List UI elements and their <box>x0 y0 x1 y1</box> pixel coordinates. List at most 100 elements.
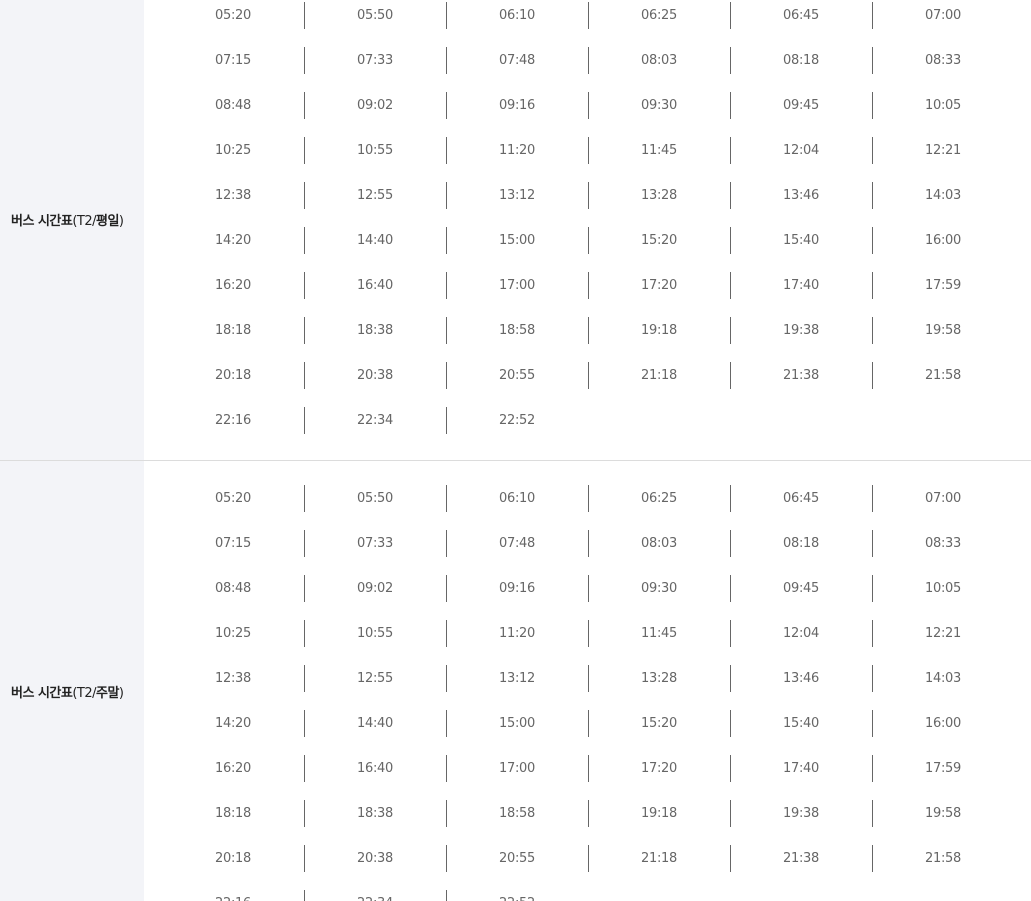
departure-time: 07:15 <box>215 536 251 551</box>
timetable-row: 08:48 09:02 09:16 09:30 09:45 10:05 <box>144 83 1031 128</box>
timetable-section-weekday: 버스 시간표(T2/평일) 05:20 05:50 06:10 06:25 06:45 0… <box>0 0 1031 460</box>
timetable-row: 16:20 16:40 17:00 17:20 17:40 17:59 <box>144 746 1031 791</box>
section-label-cell: 버스 시간표(T2/주말) <box>0 461 144 901</box>
departure-time: 12:38 <box>215 188 251 203</box>
departure-time: 17:20 <box>588 272 730 299</box>
departure-time: 05:50 <box>304 2 446 29</box>
departure-time: 22:16 <box>215 413 251 428</box>
departure-time: 21:18 <box>588 362 730 389</box>
departure-time: 07:33 <box>304 530 446 557</box>
departure-time: 17:40 <box>730 272 872 299</box>
departure-time: 07:15 <box>215 53 251 68</box>
departure-time: 22:52 <box>446 407 588 434</box>
departure-time: 22:52 <box>446 890 588 901</box>
departure-time: 09:02 <box>304 92 446 119</box>
departure-time: 19:18 <box>588 317 730 344</box>
departure-time: 08:03 <box>588 530 730 557</box>
departure-time: 10:05 <box>872 575 1014 602</box>
departure-time: 17:00 <box>446 272 588 299</box>
departure-time: 14:20 <box>215 716 251 731</box>
departure-time: 15:00 <box>446 710 588 737</box>
departure-time: 08:48 <box>215 581 251 596</box>
departure-time: 09:30 <box>588 575 730 602</box>
time-grid: 05:20 05:50 06:10 06:25 06:45 07:00 07:15 07:33… <box>144 0 1031 460</box>
departure-time: 10:25 <box>215 143 251 158</box>
departure-time: 18:38 <box>304 800 446 827</box>
departure-time: 07:00 <box>872 2 1014 29</box>
departure-time: 19:38 <box>730 317 872 344</box>
departure-time: 06:45 <box>730 2 872 29</box>
departure-time: 13:28 <box>588 182 730 209</box>
timetable-row: 05:20 05:50 06:10 06:25 06:45 07:00 <box>144 0 1031 38</box>
departure-time: 12:04 <box>730 620 872 647</box>
departure-time: 13:46 <box>730 665 872 692</box>
section-label: 버스 시간표(T2/평일) <box>11 213 124 229</box>
departure-time: 15:00 <box>446 227 588 254</box>
departure-time: 08:33 <box>872 47 1014 74</box>
departure-time: 20:38 <box>304 845 446 872</box>
timetable-row: 18:18 18:38 18:58 19:18 19:38 19:58 <box>144 791 1031 836</box>
departure-time: 09:30 <box>588 92 730 119</box>
departure-time: 13:12 <box>446 182 588 209</box>
departure-time: 12:38 <box>215 671 251 686</box>
departure-time: 18:38 <box>304 317 446 344</box>
timetable-row: 07:15 07:33 07:48 08:03 08:18 08:33 <box>144 521 1031 566</box>
departure-time: 18:18 <box>215 806 251 821</box>
departure-time: 11:20 <box>446 620 588 647</box>
bus-timetable-page: 버스 시간표(T2/평일) 05:20 05:50 06:10 06:25 06:45 0… <box>0 0 1031 901</box>
departure-time: 08:03 <box>588 47 730 74</box>
departure-time: 16:40 <box>304 755 446 782</box>
departure-time: 12:21 <box>872 620 1014 647</box>
departure-time: 18:18 <box>215 323 251 338</box>
departure-time: 09:16 <box>446 92 588 119</box>
departure-time: 06:10 <box>446 485 588 512</box>
departure-time: 14:20 <box>215 233 251 248</box>
departure-time: 19:58 <box>872 800 1014 827</box>
timetable-row: 16:20 16:40 17:00 17:20 17:40 17:59 <box>144 263 1031 308</box>
departure-time: 11:45 <box>588 137 730 164</box>
departure-time: 15:20 <box>588 227 730 254</box>
departure-time: 15:40 <box>730 710 872 737</box>
timetable-row: 07:15 07:33 07:48 08:03 08:18 08:33 <box>144 38 1031 83</box>
departure-time: 07:48 <box>446 530 588 557</box>
departure-time: 14:40 <box>304 227 446 254</box>
departure-time: 14:03 <box>872 182 1014 209</box>
departure-time: 08:18 <box>730 530 872 557</box>
departure-time: 08:33 <box>872 530 1014 557</box>
departure-time: 17:59 <box>872 755 1014 782</box>
timetable-row: 22:1622:3422:52 <box>144 881 1031 901</box>
departure-time: 16:20 <box>215 278 251 293</box>
departure-time: 08:18 <box>730 47 872 74</box>
time-grid: 05:20 05:50 06:10 06:25 06:45 07:00 07:15 07:33… <box>144 461 1031 901</box>
departure-time: 20:18 <box>215 851 251 866</box>
departure-time: 16:00 <box>872 710 1014 737</box>
departure-time: 22:34 <box>304 890 446 901</box>
departure-time: 21:58 <box>872 845 1014 872</box>
departure-time: 18:58 <box>446 317 588 344</box>
timetable-row: 10:25 10:55 11:20 11:45 12:04 12:21 <box>144 128 1031 173</box>
timetable-row: 12:38 12:55 13:12 13:28 13:46 14:03 <box>144 173 1031 218</box>
departure-time: 20:38 <box>304 362 446 389</box>
departure-time: 05:20 <box>215 491 251 506</box>
timetable-row: 22:1622:3422:52 <box>144 398 1031 443</box>
departure-time: 12:55 <box>304 182 446 209</box>
departure-time: 11:45 <box>588 620 730 647</box>
departure-time: 19:38 <box>730 800 872 827</box>
departure-time: 17:59 <box>872 272 1014 299</box>
departure-time: 12:04 <box>730 137 872 164</box>
departure-time: 21:18 <box>588 845 730 872</box>
section-label: 버스 시간표(T2/주말) <box>11 685 124 701</box>
departure-time: 19:18 <box>588 800 730 827</box>
departure-time: 08:48 <box>215 98 251 113</box>
departure-time: 10:05 <box>872 92 1014 119</box>
timetable-row: 12:38 12:55 13:12 13:28 13:46 14:03 <box>144 656 1031 701</box>
departure-time: 10:25 <box>215 626 251 641</box>
timetable-row: 18:18 18:38 18:58 19:18 19:38 19:58 <box>144 308 1031 353</box>
departure-time: 20:18 <box>215 368 251 383</box>
departure-time: 17:00 <box>446 755 588 782</box>
timetable-row: 20:18 20:38 20:55 21:18 21:38 21:58 <box>144 353 1031 398</box>
departure-time: 16:00 <box>872 227 1014 254</box>
departure-time: 16:20 <box>215 761 251 776</box>
departure-time: 12:21 <box>872 137 1014 164</box>
timetable-row: 05:20 05:50 06:10 06:25 06:45 07:00 <box>144 476 1031 521</box>
